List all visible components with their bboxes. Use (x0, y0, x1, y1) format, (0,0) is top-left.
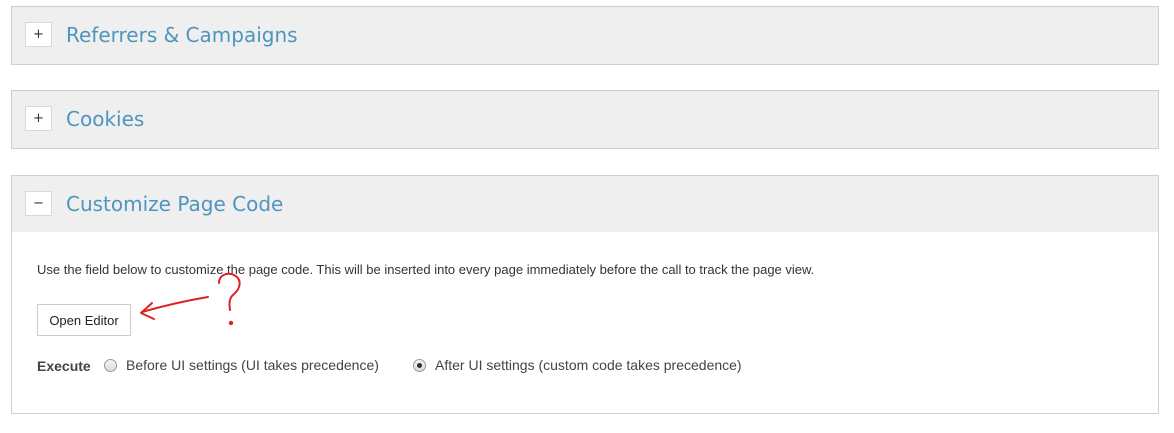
execute-option-after[interactable]: After UI settings (custom code takes pre… (413, 355, 742, 375)
cookies-title[interactable]: Cookies (66, 106, 144, 132)
radio-after-label[interactable]: After UI settings (custom code takes pre… (435, 357, 742, 373)
referrers-campaigns-panel: + Referrers & Campaigns (11, 6, 1159, 65)
cookies-panel: + Cookies (11, 90, 1159, 149)
customize-page-code-title[interactable]: Customize Page Code (66, 191, 283, 217)
custom-code-description: Use the field below to customize the pag… (37, 262, 815, 277)
cookies-header[interactable]: + Cookies (12, 91, 1158, 148)
collapse-button-custom-code[interactable]: − (25, 191, 52, 216)
customize-page-code-body: Use the field below to customize the pag… (12, 232, 1158, 413)
referrers-campaigns-header[interactable]: + Referrers & Campaigns (12, 7, 1158, 64)
radio-before-label[interactable]: Before UI settings (UI takes precedence) (126, 357, 379, 373)
customize-page-code-header[interactable]: − Customize Page Code (12, 176, 1158, 232)
execute-option-before[interactable]: Before UI settings (UI takes precedence) (104, 355, 379, 375)
customize-page-code-panel: − Customize Page Code Use the field belo… (11, 175, 1159, 414)
expand-button-referrers[interactable]: + (25, 22, 52, 47)
referrers-campaigns-title[interactable]: Referrers & Campaigns (66, 22, 298, 48)
open-editor-button[interactable]: Open Editor (37, 304, 131, 336)
radio-before-ui-settings[interactable] (104, 358, 117, 372)
expand-button-cookies[interactable]: + (25, 106, 52, 131)
page: + Referrers & Campaigns + Cookies − Cust… (0, 0, 1174, 433)
radio-after-ui-settings[interactable] (413, 358, 426, 372)
execute-label: Execute (37, 358, 91, 374)
